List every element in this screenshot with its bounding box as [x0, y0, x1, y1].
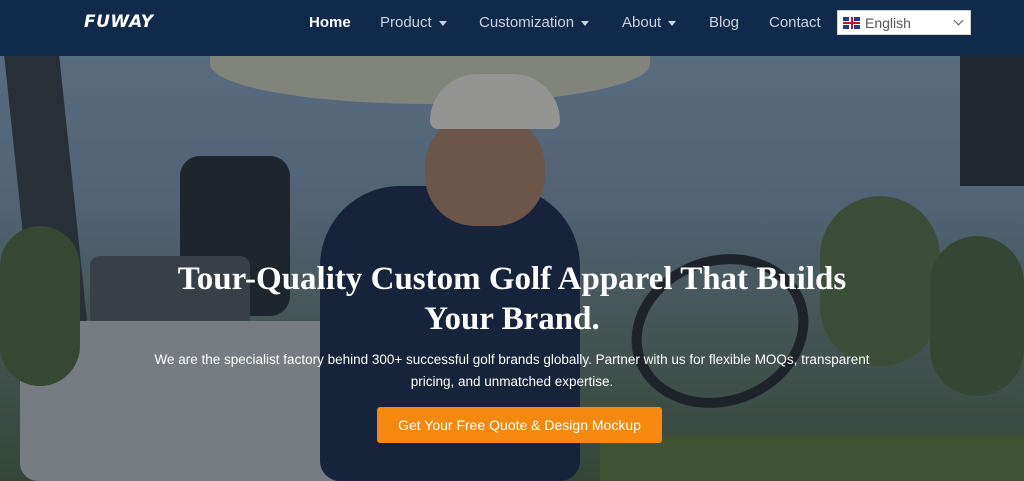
- chevron-down-icon: [438, 20, 447, 26]
- language-selector[interactable]: English: [837, 10, 971, 35]
- hero-title: Tour-Quality Custom Golf Apparel That Bu…: [177, 261, 847, 337]
- get-quote-button[interactable]: Get Your Free Quote & Design Mockup: [377, 407, 662, 443]
- nav-contact-label: Contact: [769, 13, 821, 31]
- nav-home-label: Home: [309, 13, 351, 31]
- nav-home[interactable]: Home: [309, 0, 351, 44]
- language-selected: English: [865, 14, 911, 31]
- nav-about-label: About: [622, 13, 662, 31]
- uk-flag-icon: [843, 16, 860, 29]
- chevron-down-icon: [581, 20, 590, 26]
- nav-blog[interactable]: Blog: [709, 0, 739, 44]
- chevron-down-icon: [668, 20, 677, 26]
- nav-about[interactable]: About: [622, 0, 677, 44]
- brand-logo[interactable]: FUWAY: [84, 12, 154, 32]
- nav-customization[interactable]: Customization: [479, 0, 590, 44]
- nav-product[interactable]: Product: [380, 0, 447, 44]
- nav-product-label: Product: [380, 13, 432, 31]
- nav-contact[interactable]: Contact: [769, 0, 821, 44]
- site-header: FUWAY Home Product Customization About B…: [0, 0, 1024, 56]
- hero-subtitle: We are the specialist factory behind 300…: [154, 352, 870, 389]
- nav-blog-label: Blog: [709, 13, 740, 31]
- nav-customization-label: Customization: [479, 13, 575, 31]
- chevron-down-icon: [953, 15, 964, 26]
- hero-section: Tour-Quality Custom Golf Apparel That Bu…: [0, 56, 1024, 481]
